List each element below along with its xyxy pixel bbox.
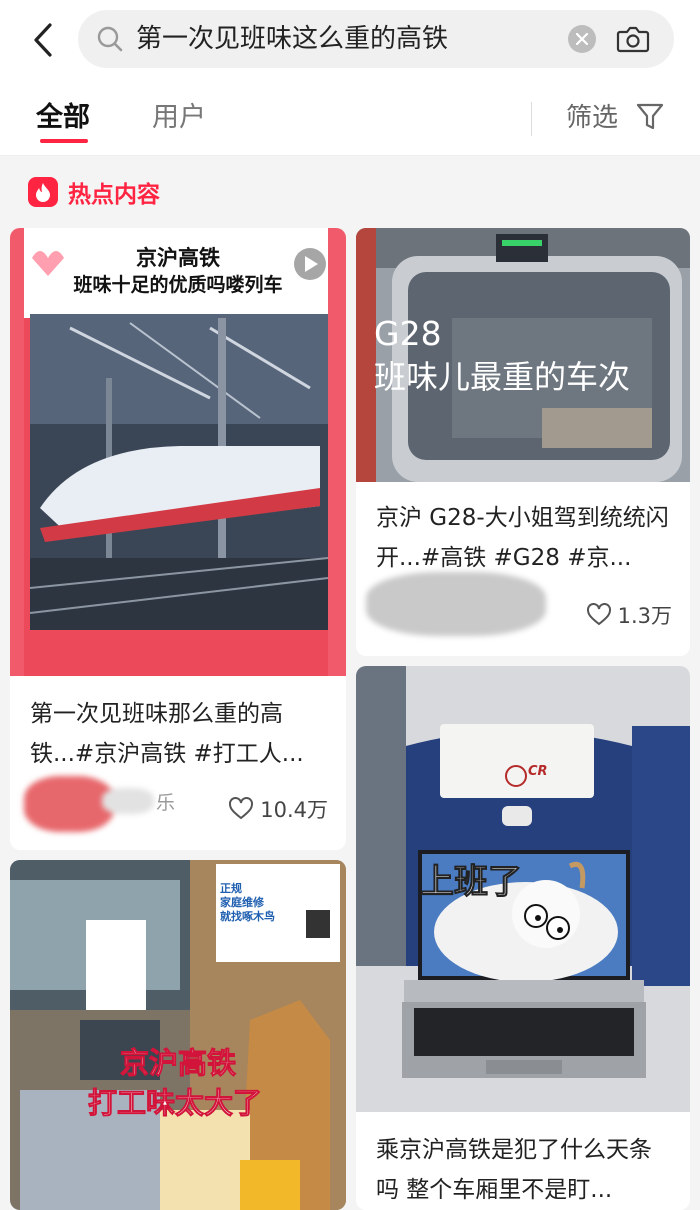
author-name-fragment: 乐 bbox=[156, 792, 176, 814]
like-count-value: 1.3万 bbox=[617, 604, 672, 628]
heart-icon bbox=[586, 603, 611, 626]
search-icon bbox=[97, 26, 123, 52]
top-bar: 第一次见班味这么重的高铁 bbox=[0, 0, 700, 80]
back-arrow-icon bbox=[34, 23, 52, 57]
author-name bbox=[102, 788, 154, 814]
cover-line2: 班味儿最重的车次 bbox=[374, 358, 631, 396]
tab-users[interactable]: 用户 bbox=[152, 80, 206, 156]
cover-line2: 打工味太大了 bbox=[87, 1086, 263, 1121]
tab-all[interactable]: 全部 bbox=[36, 80, 90, 156]
author-avatar bbox=[24, 776, 114, 832]
note-card[interactable]: 正规 家庭维修 就找啄木鸟 京沪高铁 打工味太大了 bbox=[10, 860, 346, 1210]
cover-line1: G28 bbox=[374, 314, 442, 353]
flame-icon bbox=[28, 177, 58, 207]
note-title: 京沪 G28-大小姐驾到统统闪开...#高铁 #G28 #京... bbox=[376, 505, 669, 571]
clear-search-button[interactable] bbox=[568, 25, 596, 53]
heart-icon bbox=[229, 797, 254, 820]
like-count-value: 10.4万 bbox=[260, 798, 328, 822]
cover-title-line2: 班味十足的优质吗喽列车 bbox=[73, 274, 283, 296]
hot-content-label: 热点内容 bbox=[68, 182, 160, 208]
card-cover-image bbox=[10, 860, 346, 1210]
cover-title-line1: 京沪高铁 bbox=[136, 246, 220, 270]
author-avatar bbox=[366, 572, 546, 636]
tab-divider bbox=[531, 102, 532, 136]
note-card[interactable]: CR 上班了 乘京沪高铁是犯了什么天条吗 整个车厢里不是盯... bbox=[356, 666, 690, 1210]
active-tab-indicator bbox=[40, 139, 88, 143]
tab-bar: 全部 用户 筛选 bbox=[0, 80, 700, 156]
camera-icon[interactable] bbox=[616, 23, 650, 55]
note-title: 乘京沪高铁是犯了什么天条吗 整个车厢里不是盯... bbox=[376, 1137, 652, 1203]
like-count[interactable]: 1.3万 bbox=[586, 600, 672, 630]
search-input[interactable]: 第一次见班味这么重的高铁 bbox=[136, 10, 448, 68]
card-cover-image bbox=[356, 666, 690, 1112]
filter-button[interactable]: 筛选 bbox=[566, 80, 618, 156]
search-box[interactable]: 第一次见班味这么重的高铁 bbox=[78, 10, 674, 68]
cover-line1: 京沪高铁 bbox=[119, 1046, 237, 1081]
filter-funnel-icon[interactable] bbox=[636, 102, 664, 132]
note-card[interactable]: G28 班味儿最重的车次 京沪 G28-大小姐驾到统统闪开...#高铁 #G28… bbox=[356, 228, 690, 656]
clear-icon bbox=[576, 33, 588, 45]
poster-line3: 就找啄木鸟 bbox=[220, 910, 275, 923]
like-count[interactable]: 10.4万 bbox=[228, 794, 328, 824]
cover-caption: 上班了 bbox=[420, 862, 523, 903]
back-button[interactable] bbox=[26, 18, 60, 62]
note-card[interactable]: 京沪高铁 班味十足的优质吗喽列车 第一次见班味那么重的高铁...#京沪高铁 #打… bbox=[10, 228, 346, 850]
note-title: 第一次见班味那么重的高铁...#京沪高铁 #打工人... bbox=[30, 701, 304, 767]
headrest-logo: CR bbox=[528, 764, 548, 779]
hot-content-heading: 热点内容 bbox=[28, 174, 160, 210]
